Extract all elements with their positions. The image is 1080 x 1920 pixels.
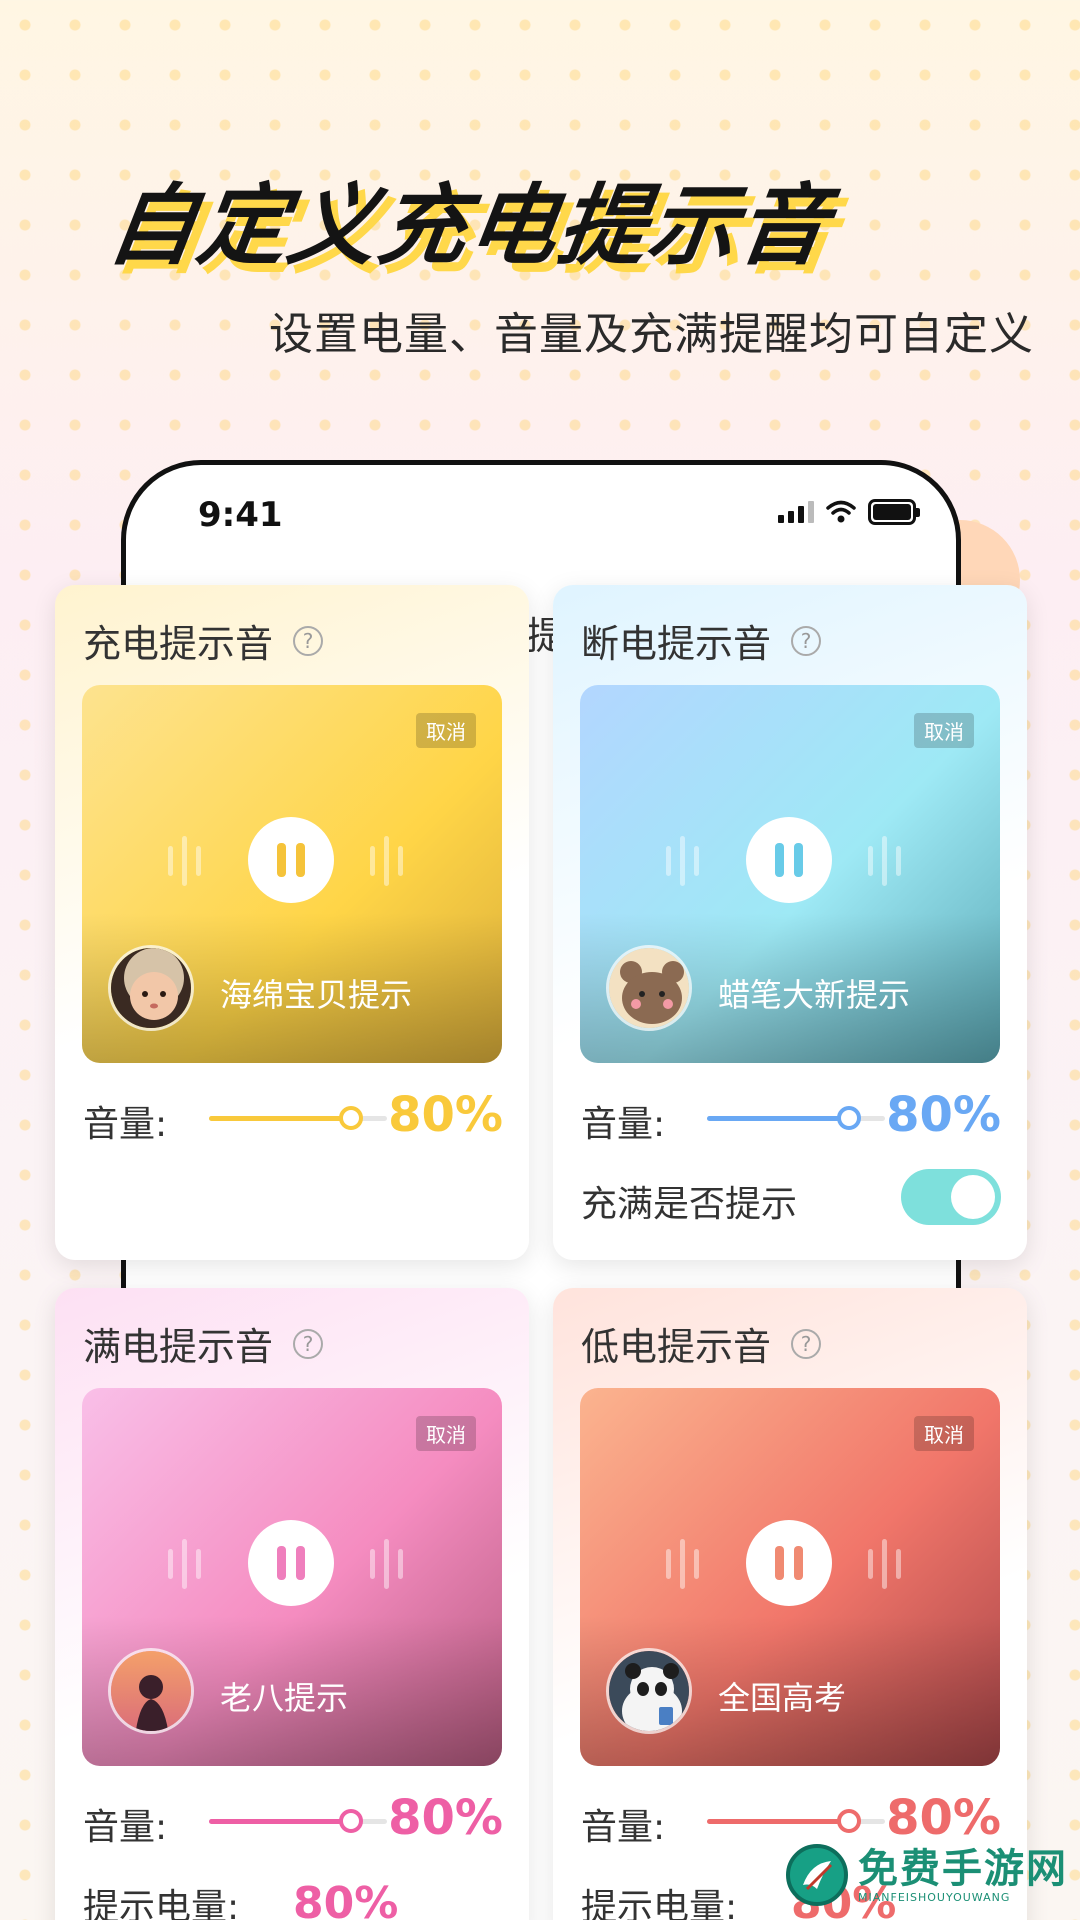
card-title: 满电提示音 [83, 1325, 274, 1369]
volume-slider-thumb[interactable] [837, 1106, 862, 1130]
volume-slider-fill [209, 1116, 352, 1121]
alert-level-value[interactable]: 80% [293, 1878, 398, 1920]
volume-slider-thumb[interactable] [837, 1809, 862, 1833]
watermark-subtitle: MIANFEISHOUYOUWANG [858, 1890, 1011, 1904]
card-low-battery-sound: 低电提示音 ? 取消 全国高考 音量: 80% 提示电量: 80% [553, 1288, 1027, 1920]
pause-button[interactable] [746, 817, 832, 903]
pause-button[interactable] [248, 817, 334, 903]
card-header: 充电提示音 ? [83, 613, 324, 668]
volume-slider-thumb[interactable] [339, 1106, 364, 1130]
volume-value: 80% [388, 1087, 503, 1143]
avatar [108, 945, 194, 1031]
headline-wrap: 自定义充电提示音 [102, 155, 836, 282]
sound-name: 蜡笔大新提示 [718, 976, 911, 1014]
volume-row: 音量: 80% [83, 1087, 503, 1145]
volume-label: 音量: [83, 1807, 168, 1848]
waveform-right-icon [868, 1536, 901, 1592]
volume-value: 80% [886, 1087, 1001, 1143]
waveform-right-icon [370, 833, 403, 889]
volume-slider-fill [707, 1819, 850, 1824]
card-charging-sound: 充电提示音 ? 取消 海绵宝贝提示 音量: 80% [55, 585, 529, 1260]
waveform-left-icon [666, 833, 699, 889]
volume-label: 音量: [581, 1807, 666, 1848]
volume-slider[interactable] [707, 1809, 885, 1833]
pause-button[interactable] [248, 1520, 334, 1606]
volume-slider[interactable] [209, 1809, 387, 1833]
volume-slider-fill [707, 1116, 850, 1121]
volume-slider[interactable] [209, 1106, 387, 1130]
volume-value: 80% [388, 1790, 503, 1846]
sound-name: 老八提示 [220, 1679, 349, 1717]
sound-preview[interactable]: 取消 全国高考 [580, 1388, 1000, 1766]
help-icon[interactable]: ? [791, 625, 822, 656]
full-prompt-label: 充满是否提示 [581, 1184, 798, 1225]
sound-name: 全国高考 [718, 1679, 847, 1717]
signal-icon [778, 501, 814, 523]
volume-value: 80% [886, 1790, 1001, 1846]
help-icon[interactable]: ? [293, 1328, 324, 1359]
cancel-button[interactable]: 取消 [416, 713, 476, 748]
card-disconnect-sound: 断电提示音 ? 取消 蜡笔大新提示 音量: 80% 充满是否提示 [553, 585, 1027, 1260]
watermark: 免费手游网 MIANFEISHOUYOUWANG [786, 1844, 1068, 1906]
volume-row: 音量: 80% [581, 1790, 1001, 1848]
volume-label: 音量: [581, 1104, 666, 1145]
full-prompt-toggle[interactable] [901, 1169, 1001, 1225]
waveform-left-icon [168, 1536, 201, 1592]
sound-preview[interactable]: 取消 蜡笔大新提示 [580, 685, 1000, 1063]
card-header: 低电提示音 ? [581, 1316, 822, 1371]
watermark-text: 免费手游网 MIANFEISHOUYOUWANG [858, 1847, 1068, 1904]
waveform-right-icon [868, 833, 901, 889]
card-title: 低电提示音 [581, 1325, 772, 1369]
subheadline: 设置电量、音量及充满提醒均可自定义 [269, 309, 1034, 360]
cancel-button[interactable]: 取消 [914, 1416, 974, 1451]
volume-row: 音量: 80% [83, 1790, 503, 1848]
cancel-button[interactable]: 取消 [416, 1416, 476, 1451]
avatar [606, 945, 692, 1031]
sound-name: 海绵宝贝提示 [220, 976, 413, 1014]
help-icon[interactable]: ? [791, 1328, 822, 1359]
avatar [606, 1648, 692, 1734]
sound-preview[interactable]: 取消 海绵宝贝提示 [82, 685, 502, 1063]
volume-slider[interactable] [707, 1106, 885, 1130]
avatar [108, 1648, 194, 1734]
cancel-button[interactable]: 取消 [914, 713, 974, 748]
alert-level-label: 提示电量: [581, 1887, 738, 1920]
alert-level-label: 提示电量: [83, 1887, 240, 1920]
watermark-title: 免费手游网 [858, 1845, 1068, 1892]
sound-preview[interactable]: 取消 老八提示 [82, 1388, 502, 1766]
volume-slider-thumb[interactable] [339, 1809, 364, 1833]
card-title: 断电提示音 [581, 622, 772, 666]
card-header: 满电提示音 ? [83, 1316, 324, 1371]
volume-slider-fill [209, 1819, 352, 1824]
waveform-left-icon [666, 1536, 699, 1592]
help-icon[interactable]: ? [293, 625, 324, 656]
card-full-charge-sound: 满电提示音 ? 取消 老八提示 音量: 80% 提示电量: 80% [55, 1288, 529, 1920]
pause-button[interactable] [746, 1520, 832, 1606]
status-icons [778, 499, 920, 525]
volume-label: 音量: [83, 1104, 168, 1145]
card-header: 断电提示音 ? [581, 613, 822, 668]
wifi-icon [826, 500, 856, 523]
watermark-logo-icon [786, 1844, 848, 1906]
status-time: 9:41 [198, 495, 283, 535]
battery-icon [868, 499, 920, 525]
waveform-right-icon [370, 1536, 403, 1592]
volume-row: 音量: 80% [581, 1087, 1001, 1145]
waveform-left-icon [168, 833, 201, 889]
headline: 自定义充电提示音 [101, 174, 837, 277]
card-title: 充电提示音 [83, 622, 274, 666]
